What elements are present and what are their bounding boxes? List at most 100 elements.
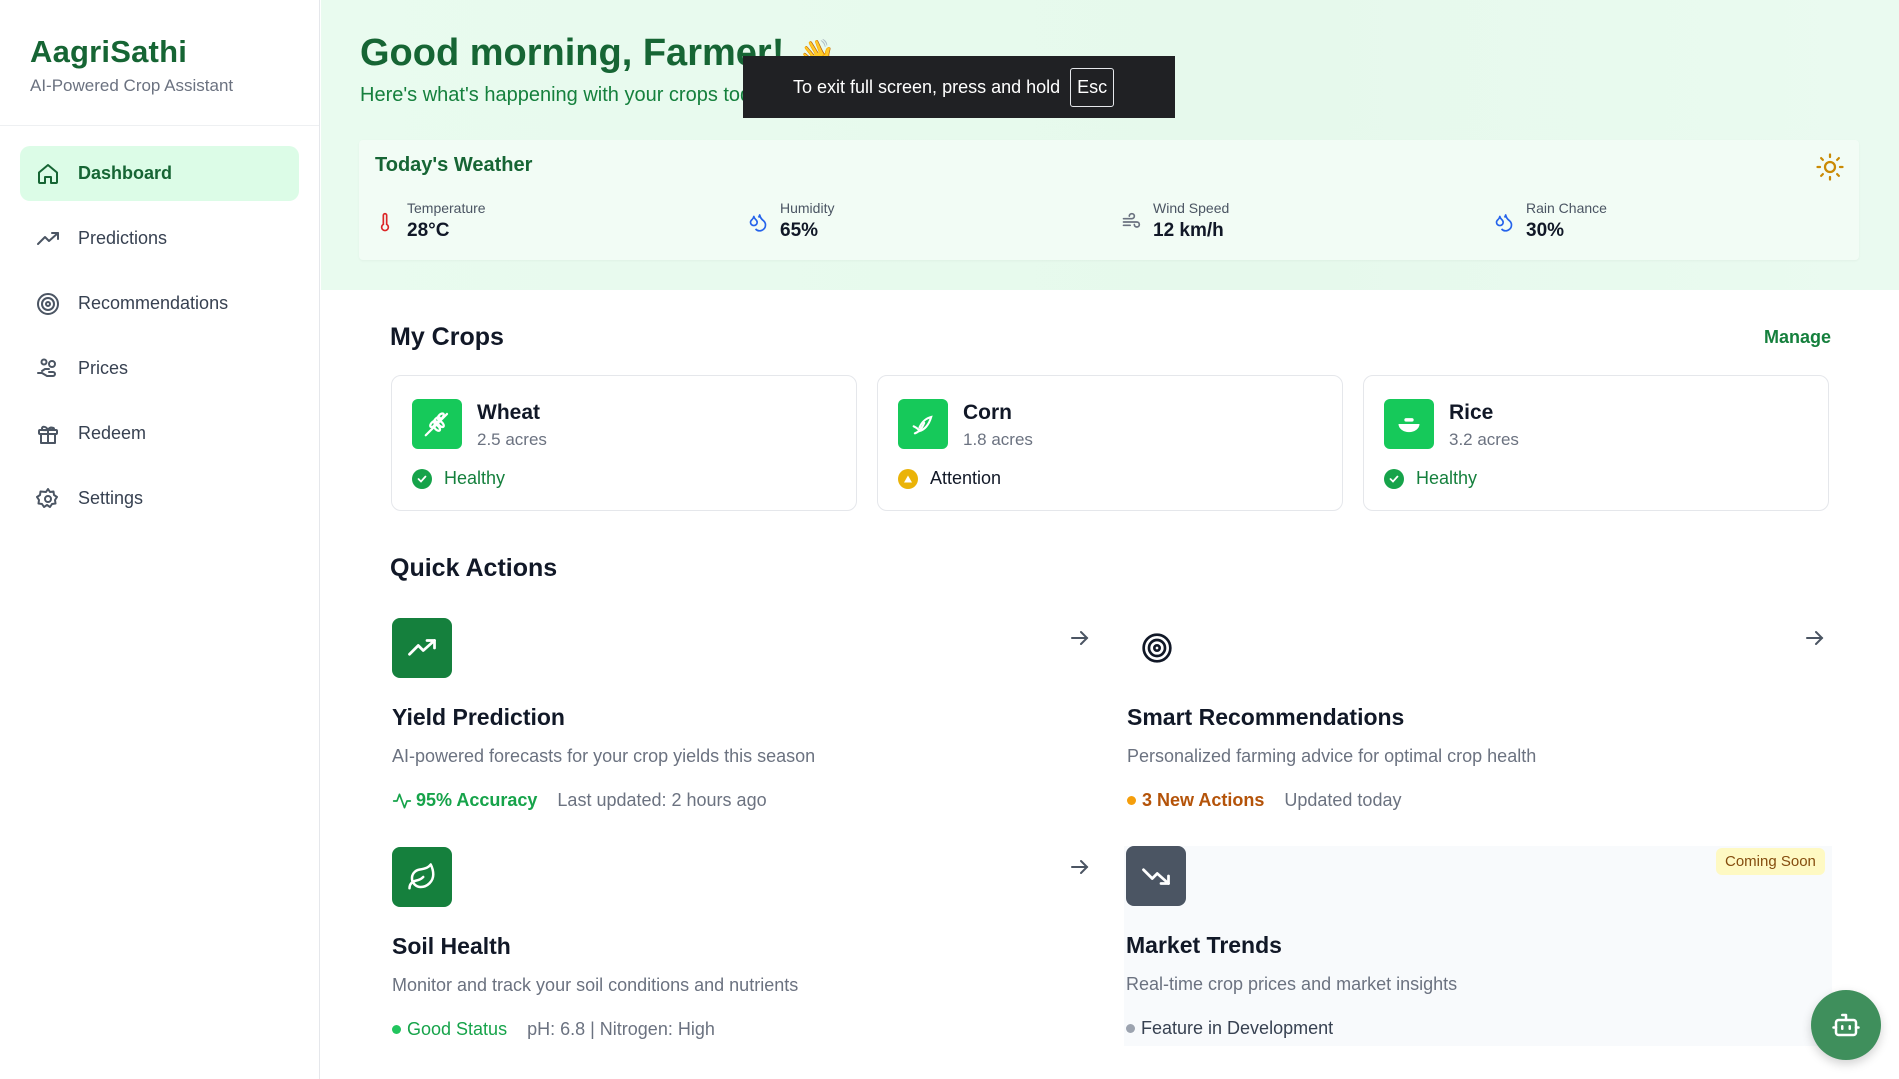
quick-actions-title: Quick Actions [390,554,558,582]
accuracy-label: 95% Accuracy [416,790,538,810]
quick-action-title: Market Trends [1126,932,1282,958]
crop-status-label: Healthy [1416,468,1478,488]
weather-humidity: Humidity 65% [748,200,834,242]
weather-label: Wind Speed [1153,200,1230,216]
brand: AagriSathi AI-Powered Crop Assistant [0,0,319,126]
brand-name[interactable]: AagriSathi [30,34,289,70]
status-dot [1126,1024,1135,1033]
weather-label: Rain Chance [1526,200,1607,216]
gift-icon [36,422,60,446]
my-crops-title: My Crops [390,323,504,351]
arrow-right-icon[interactable] [1068,626,1092,650]
weather-temperature: Temperature 28°C [375,200,486,242]
quick-action-market-trends[interactable]: Market Trends Real-time crop prices and … [1126,846,1836,1066]
sidebar-item-label: Dashboard [78,163,173,183]
soil-metrics: pH: 6.8 | Nitrogen: High [527,1019,715,1039]
hand-coins-icon [36,357,60,381]
sidebar-item-settings[interactable]: Settings [20,471,299,526]
activity-icon [392,793,412,808]
crop-status: Healthy [412,468,505,489]
chatbot-button[interactable] [1811,990,1881,1060]
status-dot [392,1025,401,1034]
manage-crops-link[interactable]: Manage [1764,327,1831,348]
check-circle-icon [412,468,432,489]
corn-icon [898,399,948,449]
alert-circle-icon [898,468,918,489]
accuracy-stat: 95% Accuracy [392,790,537,811]
fullscreen-toast: To exit full screen, press and hold Esc [743,56,1175,118]
rice-bowl-icon [1384,399,1434,449]
weather-rain: Rain Chance 30% [1494,200,1607,242]
weather-card: Today's Weather Temperature 28°C Humidity… [359,140,1859,260]
updated-label: Updated today [1284,790,1402,810]
target-icon [1127,618,1187,678]
quick-action-desc: AI-powered forecasts for your crop yield… [392,746,816,766]
arrow-right-icon[interactable] [1068,855,1092,879]
weather-label: Temperature [407,200,486,216]
last-updated: Last updated: 2 hours ago [557,790,767,810]
weather-value: 12 km/h [1153,220,1224,241]
quick-action-smart-recommendations[interactable]: Smart Recommendations Personalized farmi… [1127,618,1837,838]
sidebar-item-label: Redeem [78,423,147,443]
weather-value: 28°C [407,220,450,241]
greeting-subtitle: Here's what's happening with your crops … [360,84,773,106]
quick-action-desc: Personalized farming advice for optimal … [1127,746,1537,766]
leaf-icon [392,847,452,907]
thermometer-icon [380,212,390,232]
check-circle-icon [1384,468,1404,489]
sidebar-item-redeem[interactable]: Redeem [20,406,299,461]
quick-action-desc: Real-time crop prices and market insight… [1126,974,1458,994]
quick-action-yield-prediction[interactable]: Yield Prediction AI-powered forecasts fo… [392,618,1102,838]
quick-action-soil-health[interactable]: Soil Health Monitor and track your soil … [392,847,1102,1067]
sidebar: AagriSathi AI-Powered Crop Assistant Das… [0,0,320,1079]
crop-status-label: Attention [930,468,1002,488]
droplets-icon [749,214,767,232]
quick-action-meta: 95% Accuracy Last updated: 2 hours ago [392,790,767,811]
crop-card-corn[interactable]: Corn 1.8 acres Attention [877,375,1343,511]
esc-key: Esc [1070,67,1115,107]
crop-card-rice[interactable]: Rice 3.2 acres Healthy [1363,375,1829,511]
sidebar-item-recommendations[interactable]: Recommendations [20,276,299,331]
sun-icon [1816,153,1844,181]
app-root: AagriSathi AI-Powered Crop Assistant Das… [0,0,1899,1079]
home-icon [36,162,60,186]
weather-value: 30% [1526,220,1565,241]
greeting-text: Good morning, Farmer! [360,32,785,74]
quick-action-meta: Feature in Development [1126,1018,1333,1039]
crop-size: 3.2 acres [1449,430,1519,449]
development-status-label: Feature in Development [1141,1018,1334,1038]
trending-down-icon [1126,846,1186,906]
trending-up-icon [36,227,60,251]
sidebar-item-label: Recommendations [78,293,229,313]
new-actions-stat: 3 New Actions [1127,790,1264,811]
wind-icon [1122,212,1141,228]
soil-status: Good Status [392,1019,507,1040]
crop-status: Attention [898,468,1001,489]
crop-status: Healthy [1384,468,1477,489]
sidebar-item-label: Prices [78,358,129,378]
soil-status-label: Good Status [407,1019,508,1039]
quick-action-desc: Monitor and track your soil conditions a… [392,975,799,995]
droplets-icon [1495,214,1513,232]
sidebar-item-label: Settings [78,488,144,508]
weather-value: 65% [780,220,819,241]
crop-status-label: Healthy [444,468,506,488]
new-actions-label: 3 New Actions [1142,790,1265,810]
bot-icon [1832,1013,1860,1037]
quick-action-title: Soil Health [392,933,511,959]
toast-text: To exit full screen, press and hold [793,76,1061,97]
wheat-icon [412,399,462,449]
sidebar-item-dashboard[interactable]: Dashboard [20,146,299,201]
crop-card-wheat[interactable]: Wheat 2.5 acres Healthy [391,375,857,511]
crop-name: Rice [1449,401,1494,424]
trending-up-icon [392,618,452,678]
sidebar-item-prices[interactable]: Prices [20,341,299,396]
sidebar-item-predictions[interactable]: Predictions [20,211,299,266]
weather-title: Today's Weather [375,154,533,176]
sidebar-nav: Dashboard Predictions Recommendations Pr… [0,126,319,556]
coming-soon-badge: Coming Soon [1716,848,1825,875]
arrow-right-icon[interactable] [1803,626,1827,650]
crop-name: Corn [963,401,1012,424]
crop-size: 2.5 acres [477,430,547,449]
sidebar-item-label: Predictions [78,228,168,248]
